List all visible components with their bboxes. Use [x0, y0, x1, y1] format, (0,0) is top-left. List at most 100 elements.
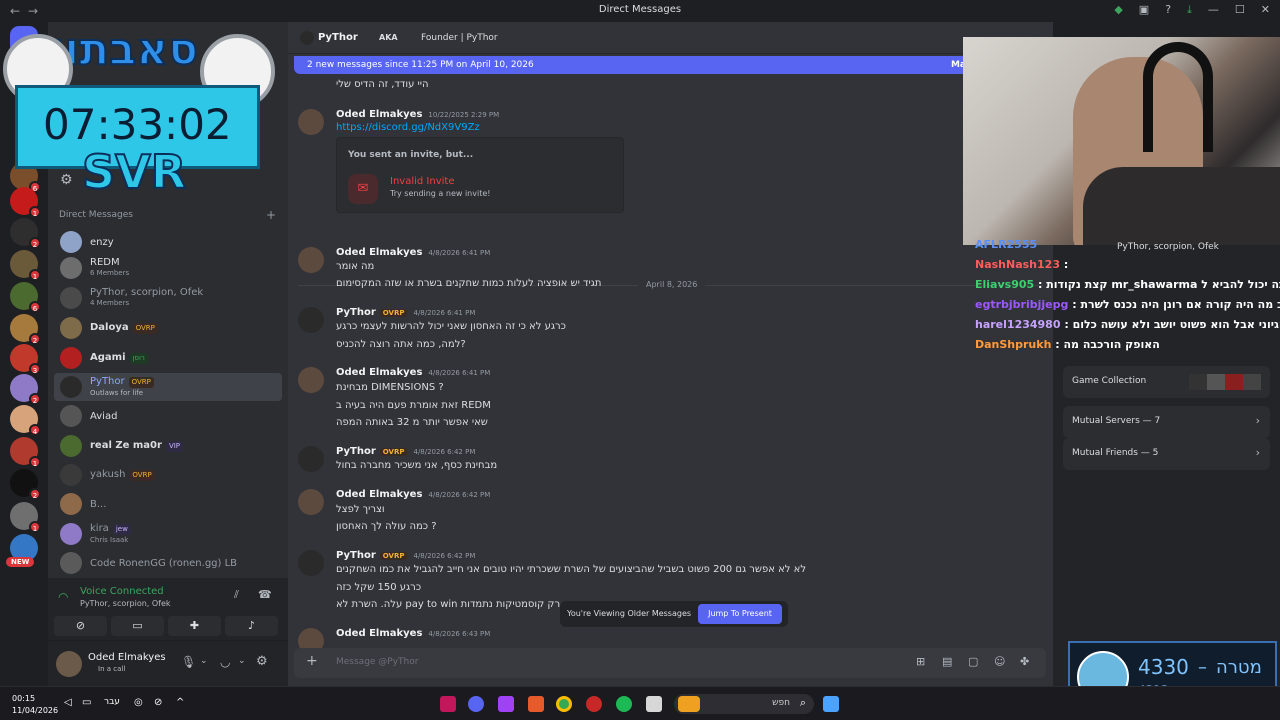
- game-collection[interactable]: Game Collection: [1063, 366, 1270, 398]
- avatar[interactable]: [56, 651, 82, 677]
- user-panel: Oded Elmakyes In a call 🎙 ⌄ ◡ ⌄ ⚙: [48, 640, 288, 686]
- explorer-icon[interactable]: [646, 696, 662, 712]
- close-icon[interactable]: ✕: [1261, 3, 1270, 17]
- chevron-up-icon[interactable]: ^: [176, 697, 184, 708]
- dm-item[interactable]: B...: [54, 490, 282, 518]
- headphones-icon[interactable]: ◡: [220, 655, 230, 669]
- taskbar-lang[interactable]: עבר: [104, 697, 120, 707]
- server-icon[interactable]: 6: [10, 282, 41, 313]
- message: Oded Elmakyes 10/22/2025 2:29 PM: [298, 109, 1036, 135]
- gif-icon[interactable]: ▤: [942, 655, 952, 668]
- dm-item[interactable]: real Ze ma0r VIP: [54, 432, 282, 460]
- app-icon[interactable]: [586, 696, 602, 712]
- download-icon[interactable]: ⤓: [1187, 3, 1192, 17]
- message-text: עלה. השרת לא pay to win זה רק קוסמטיקות …: [336, 599, 574, 610]
- header-aka: AKA: [379, 33, 398, 42]
- dm-item[interactable]: enzy: [54, 228, 282, 256]
- emoji-icon[interactable]: ☺: [994, 655, 1005, 668]
- noise-icon[interactable]: ⫽: [234, 588, 239, 602]
- server-icon[interactable]: 1: [10, 502, 41, 533]
- dm-item[interactable]: Code RonenGG (ronen.gg) LB: [54, 549, 282, 577]
- avatar[interactable]: [298, 307, 324, 333]
- dm-item-selected[interactable]: PyThor OVRP Outlaws for life: [54, 373, 282, 401]
- new-messages-bar[interactable]: 2 new messages since 11:25 PM on April 1…: [294, 56, 974, 74]
- avatar[interactable]: [298, 489, 324, 515]
- dm-item[interactable]: Daloya OVRP: [54, 314, 282, 342]
- display-icon[interactable]: ▭: [82, 697, 91, 708]
- stream-chat-overlay: PyThor, scorpion, Ofek AFLR2555 NashNash…: [965, 236, 1280, 356]
- inbox-icon[interactable]: ▣: [1139, 3, 1149, 17]
- dm-item[interactable]: yakush OVRP: [54, 461, 282, 489]
- mic-tray-icon[interactable]: ◎: [134, 697, 143, 708]
- server-icon[interactable]: 1: [10, 187, 41, 218]
- help-icon[interactable]: ?: [1165, 3, 1171, 17]
- dm-item[interactable]: Agami רוסן: [54, 344, 282, 372]
- mutual-friends[interactable]: Mutual Friends — 5 ›: [1063, 438, 1270, 470]
- soundboard-button[interactable]: ♪: [225, 616, 278, 636]
- apps-icon[interactable]: ✤: [1020, 655, 1029, 668]
- gear-icon[interactable]: ⚙: [256, 654, 268, 669]
- server-icon[interactable]: 2: [10, 218, 41, 249]
- title-bar: ←→ Direct Messages ◆ ▣ ? ⤓ — ☐ ✕: [0, 0, 1280, 22]
- attach-plus-icon[interactable]: +: [306, 653, 318, 669]
- message: Oded Elmakyes 4/8/2026 6:41 PM: [298, 367, 1036, 393]
- message-input[interactable]: Message @PyThor: [336, 657, 418, 667]
- voice-channel[interactable]: PyThor, scorpion, Ofek: [80, 599, 171, 608]
- message-text: כרגע 150 שקל כזה: [336, 582, 422, 593]
- invite-link[interactable]: https://discord.gg/NdX9V9Zz: [336, 122, 480, 133]
- app-icon[interactable]: [498, 696, 514, 712]
- chevron-right-icon: ›: [1255, 446, 1260, 459]
- svr-tag: SVR: [81, 144, 187, 200]
- add-dm-icon[interactable]: +: [266, 208, 276, 222]
- message-text: שאי אפשר יותר מ 32 באותה המפה: [336, 417, 488, 428]
- activity-button[interactable]: ✚: [168, 616, 221, 636]
- window-title: Direct Messages: [598, 4, 682, 15]
- app-icon[interactable]: [528, 696, 544, 712]
- server-icon[interactable]: 2: [10, 469, 41, 500]
- jump-to-present-button[interactable]: Jump To Present: [698, 604, 782, 624]
- settings-gear-icon[interactable]: ⚙: [60, 172, 73, 188]
- avatar[interactable]: [298, 247, 324, 273]
- invite-sub: Try sending a new invite!: [390, 189, 491, 198]
- header-name[interactable]: PyThor: [318, 32, 358, 43]
- avatar[interactable]: [298, 550, 324, 576]
- windows-start-icon[interactable]: [823, 696, 839, 712]
- server-icon[interactable]: 2: [10, 314, 41, 345]
- chat-line: Eliavs905 : קצת נקודות mr_shawarma ואתה …: [975, 278, 1280, 291]
- chrome-icon[interactable]: [556, 696, 572, 712]
- dm-item[interactable]: REDM 6 Members: [54, 254, 282, 282]
- wifi-off-icon[interactable]: ⊘: [154, 697, 162, 708]
- chevron-down-icon[interactable]: ⌄: [200, 656, 208, 666]
- nitro-icon[interactable]: ◆: [1114, 3, 1122, 17]
- avatar[interactable]: [298, 367, 324, 393]
- volume-icon[interactable]: ◁: [64, 697, 72, 708]
- server-icon[interactable]: 3: [10, 344, 41, 375]
- maximize-icon[interactable]: ☐: [1235, 3, 1245, 17]
- invite-icon: ✉: [348, 174, 378, 204]
- message-text: זאת אומרת פעם היה בעיה ב REDM: [336, 400, 491, 411]
- server-icon[interactable]: 2: [10, 374, 41, 405]
- sticker-icon[interactable]: ▢: [968, 655, 978, 668]
- dm-item[interactable]: kira jew Chris Isaak: [54, 520, 282, 548]
- chevron-down-icon[interactable]: ⌄: [238, 656, 246, 666]
- gift-icon[interactable]: ⊞: [916, 655, 925, 668]
- avatar[interactable]: [298, 109, 324, 135]
- server-icon[interactable]: 4: [10, 405, 41, 436]
- server-icon[interactable]: 1: [10, 250, 41, 281]
- microphone-icon[interactable]: 🎙: [181, 655, 196, 669]
- minimize-icon[interactable]: —: [1208, 3, 1219, 17]
- spotify-icon[interactable]: [616, 696, 632, 712]
- app-icon[interactable]: [440, 696, 456, 712]
- mutual-servers[interactable]: Mutual Servers — 7 ›: [1063, 406, 1270, 438]
- camera-button[interactable]: ⊘: [54, 616, 107, 636]
- disconnect-icon[interactable]: ☎: [258, 588, 272, 601]
- message-text: מבחינת DIMENSIONS ?: [336, 382, 444, 393]
- search-box[interactable]: חפש ⌕: [674, 694, 814, 714]
- chat-line: NashNash123 :: [975, 258, 1069, 271]
- dm-item[interactable]: PyThor, scorpion, Ofek 4 Members: [54, 284, 282, 312]
- discord-icon[interactable]: [468, 696, 484, 712]
- dm-item[interactable]: Aviad: [54, 402, 282, 430]
- screenshare-button[interactable]: ▭: [111, 616, 164, 636]
- avatar[interactable]: [298, 446, 324, 472]
- server-icon[interactable]: 1: [10, 437, 41, 468]
